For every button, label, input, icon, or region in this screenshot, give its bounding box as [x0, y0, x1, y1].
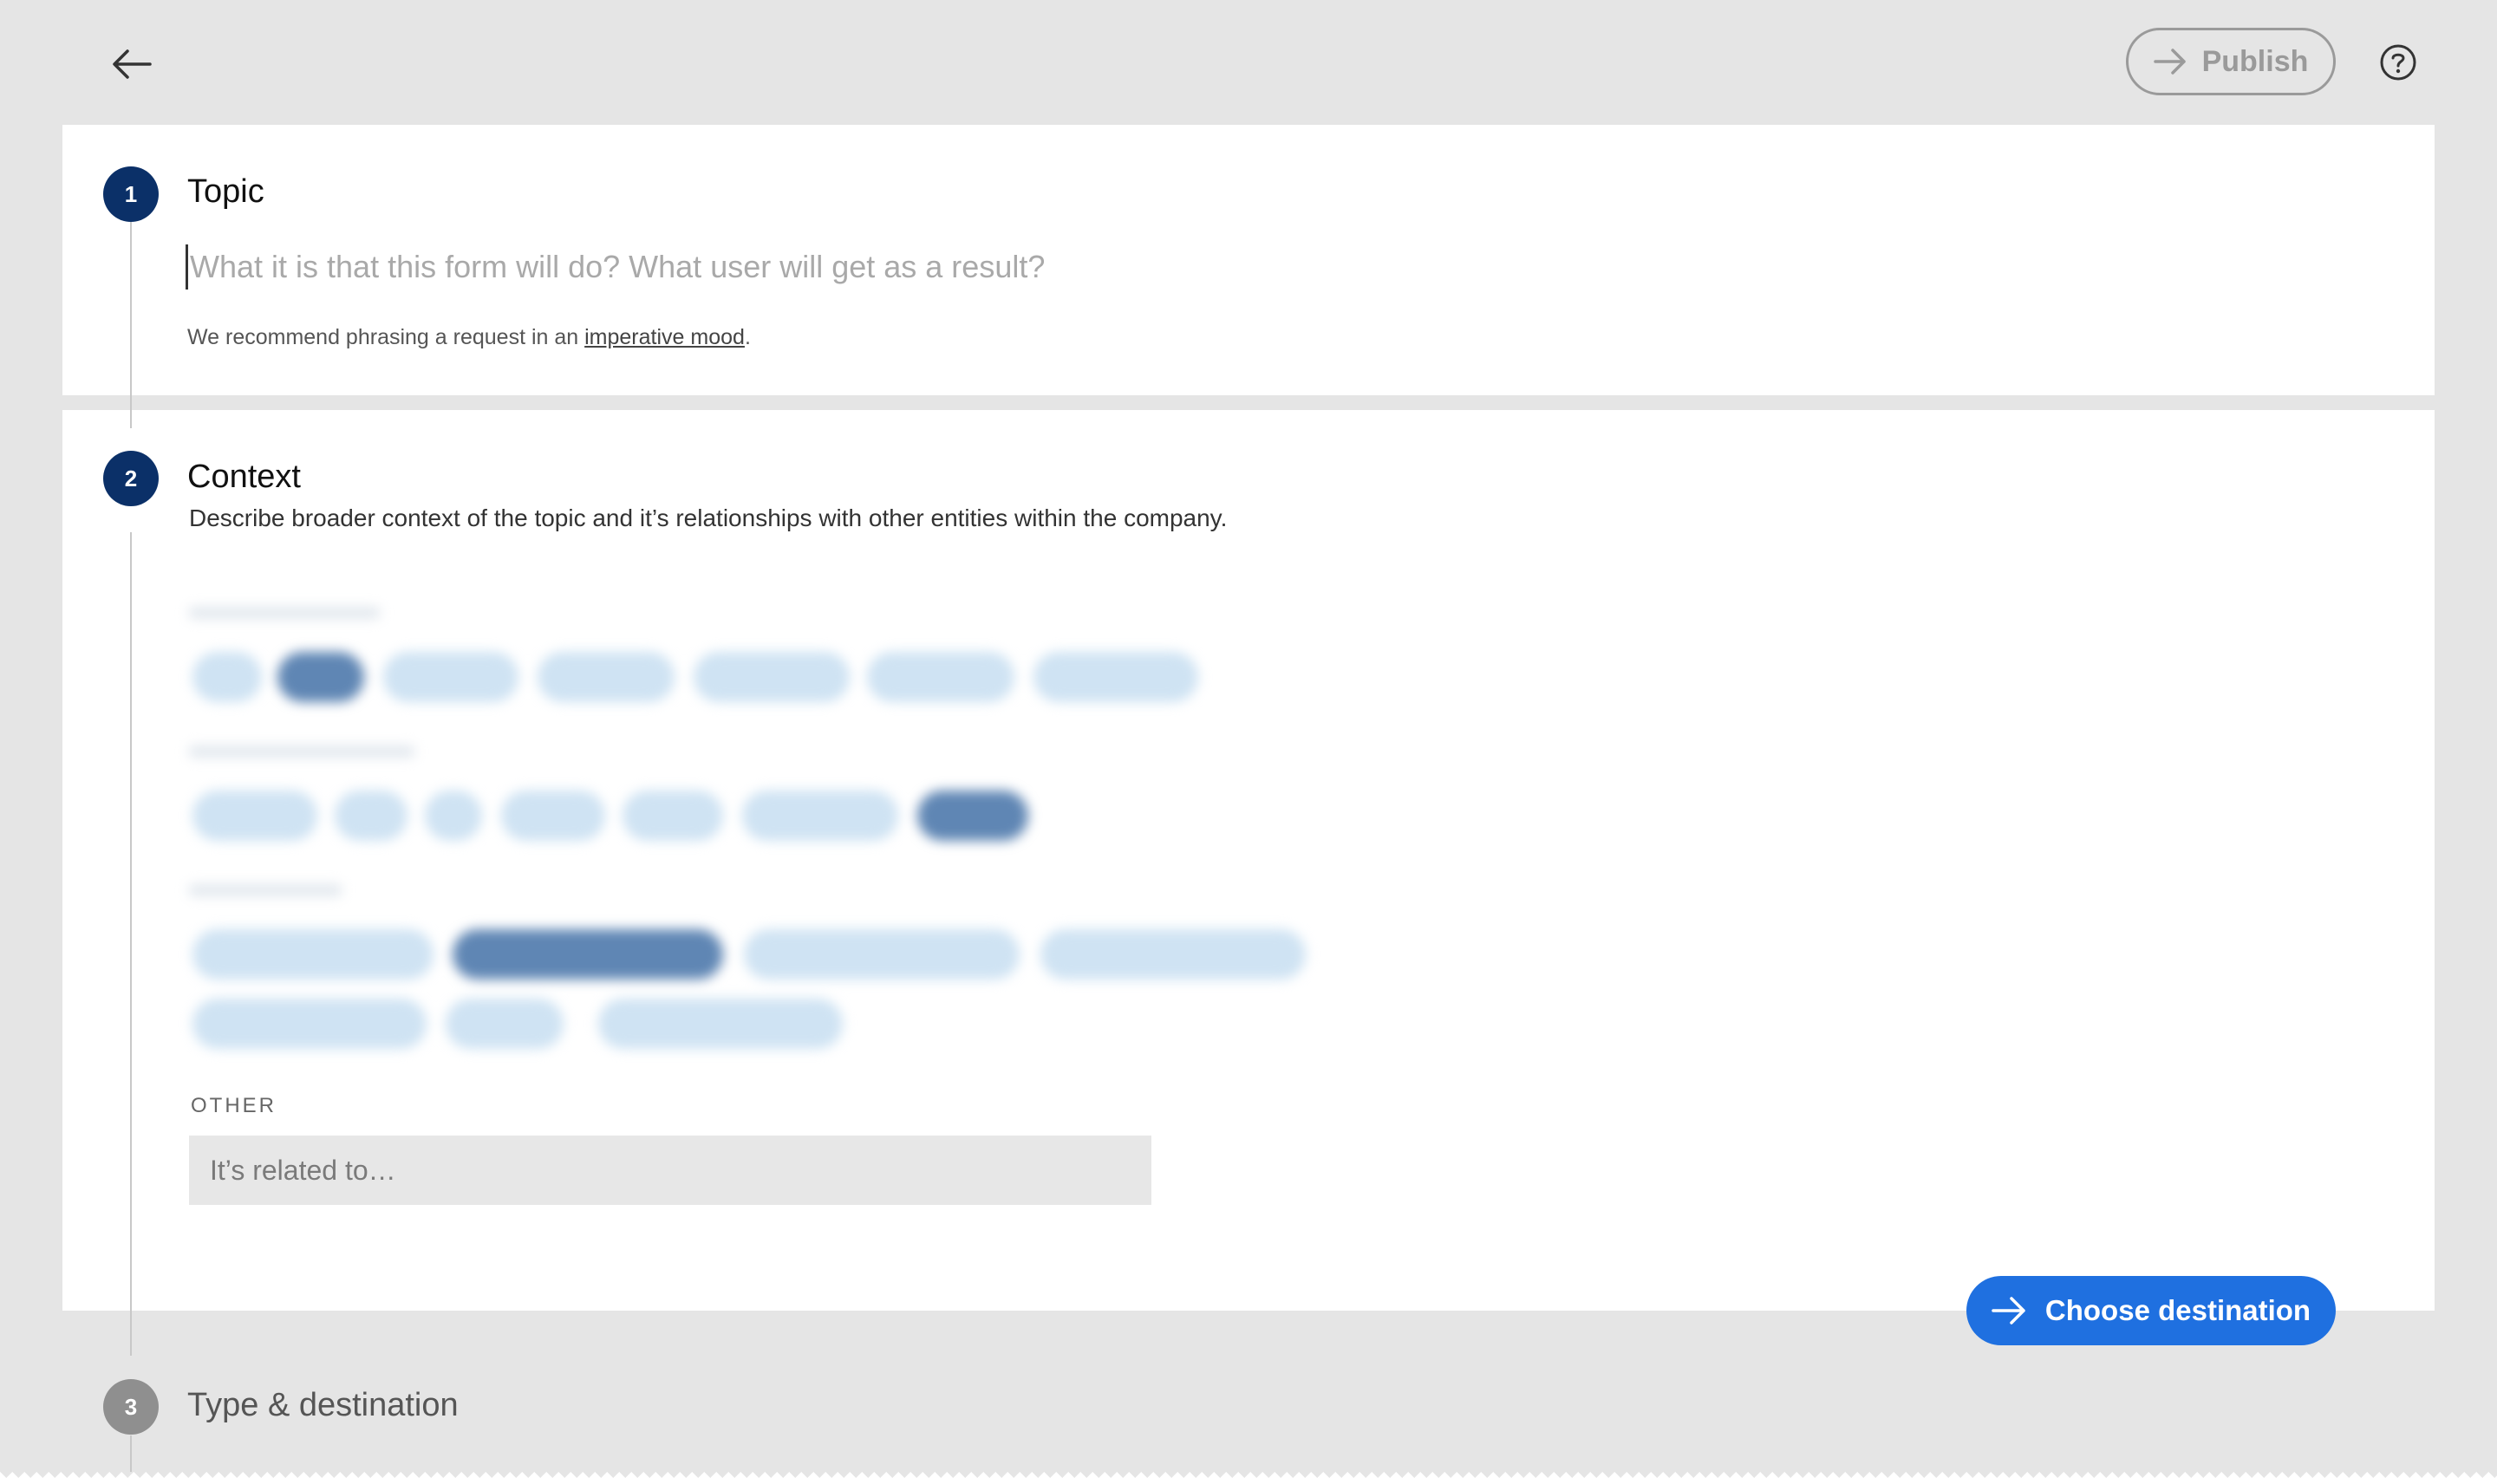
chip[interactable]	[694, 652, 850, 702]
chip[interactable]	[335, 791, 407, 841]
imperative-mood-link[interactable]: imperative mood	[584, 325, 745, 349]
chip[interactable]	[867, 652, 1014, 702]
chip-group-label	[189, 745, 414, 758]
step-number-3: 3	[103, 1379, 159, 1435]
publish-label: Publish	[2201, 44, 2309, 78]
chip[interactable]	[623, 791, 723, 841]
chip[interactable]	[192, 652, 262, 702]
torn-edge	[0, 1472, 2497, 1484]
other-related-input[interactable]	[189, 1136, 1151, 1205]
chip-selected[interactable]	[277, 652, 364, 702]
chip[interactable]	[598, 999, 843, 1049]
chip[interactable]	[742, 791, 898, 841]
chip-group-label	[189, 884, 342, 896]
chip-selected[interactable]	[453, 929, 723, 980]
timeline-line	[130, 532, 132, 1356]
publish-button[interactable]: Publish	[2126, 28, 2336, 95]
arrow-left-icon	[113, 49, 152, 79]
back-button[interactable]	[106, 38, 158, 90]
arrow-right-icon	[2153, 49, 2186, 75]
chip[interactable]	[192, 999, 427, 1049]
chip[interactable]	[425, 791, 482, 841]
chip[interactable]	[501, 791, 605, 841]
help-button[interactable]	[2379, 43, 2417, 81]
chip[interactable]	[192, 791, 317, 841]
timeline-line	[130, 220, 132, 428]
step-number-2: 2	[103, 451, 159, 506]
hint-suffix: .	[744, 325, 751, 349]
chip[interactable]	[538, 652, 675, 702]
step-number-1: 1	[103, 166, 159, 222]
context-title: Context	[187, 459, 301, 495]
chip[interactable]	[192, 929, 434, 980]
type-destination-title: Type & destination	[187, 1387, 459, 1423]
context-chip-groups	[182, 598, 1396, 1066]
topic-title: Topic	[187, 173, 264, 210]
topic-hint: We recommend phrasing a request in an im…	[187, 325, 751, 350]
arrow-right-icon	[1992, 1297, 2025, 1325]
question-circle-icon	[2380, 44, 2416, 81]
hint-text: We recommend phrasing a request in an	[187, 325, 585, 349]
chip-group-label	[189, 607, 380, 619]
chip[interactable]	[446, 999, 564, 1049]
other-label: OTHER	[191, 1094, 277, 1117]
choose-destination-button[interactable]: Choose destination	[1966, 1276, 2336, 1345]
chip-selected[interactable]	[917, 791, 1028, 841]
chip[interactable]	[1040, 929, 1306, 980]
chip[interactable]	[744, 929, 1020, 980]
choose-destination-label: Choose destination	[2044, 1294, 2311, 1326]
chip[interactable]	[383, 652, 518, 702]
context-description: Describe broader context of the topic an…	[189, 504, 1228, 531]
topic-input[interactable]	[186, 244, 1752, 290]
chip[interactable]	[1033, 652, 1198, 702]
